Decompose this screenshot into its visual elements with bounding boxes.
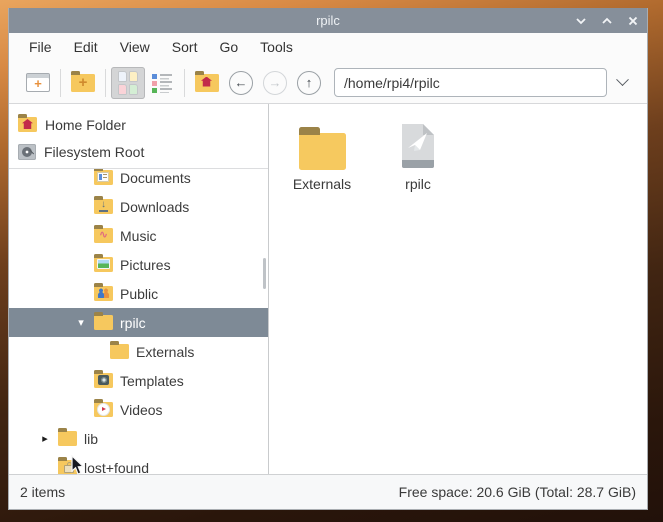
directory-tree: Documents ↓ Downloads ∿ Music Pictures P… xyxy=(9,169,268,474)
home-folder-icon xyxy=(18,117,37,132)
folder-icon xyxy=(94,315,113,330)
folder-pictures-icon xyxy=(94,257,113,272)
folder-videos-icon xyxy=(94,402,113,417)
tree-item-label: Downloads xyxy=(120,199,189,215)
forward-button[interactable]: → xyxy=(258,67,292,99)
tree-item[interactable]: lost+found xyxy=(9,453,268,474)
tree-item[interactable]: ∿ Music xyxy=(9,221,268,250)
tree-item-label: Public xyxy=(120,286,158,302)
file-item-externals[interactable]: Externals xyxy=(275,114,369,192)
home-folder-icon xyxy=(195,74,219,92)
tree-item-label: lib xyxy=(84,431,98,447)
list-view-button[interactable] xyxy=(145,67,179,99)
up-button[interactable]: ↑ xyxy=(292,67,326,99)
expander-right-icon[interactable]: ▸ xyxy=(39,433,51,445)
minimize-button[interactable] xyxy=(575,15,587,27)
path-input[interactable]: /home/rpi4/rpilc xyxy=(334,68,607,97)
menubar: File Edit View Sort Go Tools xyxy=(9,33,647,62)
tree-item-label: Pictures xyxy=(120,257,171,273)
tree-item[interactable]: Videos xyxy=(9,395,268,424)
free-space-text: Free space: 20.6 GiB (Total: 28.7 GiB) xyxy=(399,484,636,500)
forward-icon: → xyxy=(263,71,287,95)
tree-item-label: rpilc xyxy=(120,315,146,331)
folder-public-icon xyxy=(94,286,113,301)
file-manager-window: rpilc File Edit View Sort Go Tools xyxy=(8,8,648,510)
folder-lock-icon xyxy=(58,460,77,474)
tree-item[interactable]: Templates xyxy=(9,366,268,395)
tree-item-label: Templates xyxy=(120,373,184,389)
toolbar-separator xyxy=(60,69,61,97)
back-icon: ← xyxy=(229,71,253,95)
content-area: Home Folder Filesystem Root Documents ↓ … xyxy=(9,103,647,474)
place-label: Home Folder xyxy=(45,117,126,133)
menu-view[interactable]: View xyxy=(109,33,161,62)
tree-item-label: Externals xyxy=(136,344,194,360)
toolbar-separator xyxy=(105,69,106,97)
toolbar: ← → ↑ /home/rpi4/rpilc xyxy=(9,62,647,103)
tree-item-label: lost+found xyxy=(84,460,149,475)
items-count: 2 items xyxy=(20,484,65,500)
close-button[interactable] xyxy=(627,15,639,27)
home-button[interactable] xyxy=(190,67,224,99)
place-home-folder[interactable]: Home Folder xyxy=(9,111,268,138)
tree-item-label: Videos xyxy=(120,402,163,418)
tree-item-label: Documents xyxy=(120,170,191,186)
sidebar-scrollbar[interactable] xyxy=(263,258,266,289)
folder-templates-icon xyxy=(94,373,113,388)
back-button[interactable]: ← xyxy=(224,67,258,99)
filesystem-root-icon xyxy=(18,144,36,160)
file-name: rpilc xyxy=(405,176,431,192)
sidebar: Home Folder Filesystem Root Documents ↓ … xyxy=(9,104,269,474)
maximize-button[interactable] xyxy=(601,15,613,27)
file-item-rpilc[interactable]: rpilc xyxy=(371,114,465,192)
menu-go[interactable]: Go xyxy=(208,33,249,62)
path-dropdown-button[interactable] xyxy=(607,68,637,98)
folder-music-icon: ∿ xyxy=(94,228,113,243)
statusbar: 2 items Free space: 20.6 GiB (Total: 28.… xyxy=(9,474,647,509)
file-name: Externals xyxy=(293,176,351,192)
tree-item[interactable]: Pictures xyxy=(9,250,268,279)
list-view-icon xyxy=(152,73,172,93)
folder-icon xyxy=(299,133,346,170)
expander-down-icon[interactable]: ▾ xyxy=(75,317,87,329)
new-folder-button[interactable] xyxy=(66,67,100,99)
menu-sort[interactable]: Sort xyxy=(161,33,209,62)
menu-file[interactable]: File xyxy=(18,33,63,62)
tree-item[interactable]: ▸ lib xyxy=(9,424,268,453)
titlebar[interactable]: rpilc xyxy=(9,8,647,33)
tree-item[interactable]: Externals xyxy=(9,337,268,366)
toolbar-separator xyxy=(184,69,185,97)
window-title: rpilc xyxy=(9,13,647,28)
file-view[interactable]: Externals rpilc xyxy=(269,104,647,474)
tree-item-label: Music xyxy=(120,228,157,244)
new-folder-icon xyxy=(71,74,95,92)
icon-view-button[interactable] xyxy=(111,67,145,99)
menu-tools[interactable]: Tools xyxy=(249,33,304,62)
tree-item[interactable]: ↓ Downloads xyxy=(9,192,268,221)
tree-item-selected[interactable]: ▾ rpilc xyxy=(9,308,268,337)
folder-icon xyxy=(58,431,77,446)
chevron-down-icon xyxy=(616,73,629,86)
menu-edit[interactable]: Edit xyxy=(63,33,109,62)
tree-item[interactable]: Public xyxy=(9,279,268,308)
place-label: Filesystem Root xyxy=(44,144,144,160)
document-send-icon xyxy=(399,114,437,174)
up-icon: ↑ xyxy=(297,71,321,95)
icon-view-icon xyxy=(118,71,138,95)
place-filesystem-root[interactable]: Filesystem Root xyxy=(9,138,268,165)
folder-icon xyxy=(110,344,129,359)
folder-documents-icon xyxy=(94,170,113,185)
new-window-button[interactable] xyxy=(21,67,55,99)
places-list: Home Folder Filesystem Root xyxy=(9,104,268,169)
folder-downloads-icon: ↓ xyxy=(94,199,113,214)
tree-item[interactable]: Documents xyxy=(9,169,268,192)
new-window-icon xyxy=(26,73,50,92)
